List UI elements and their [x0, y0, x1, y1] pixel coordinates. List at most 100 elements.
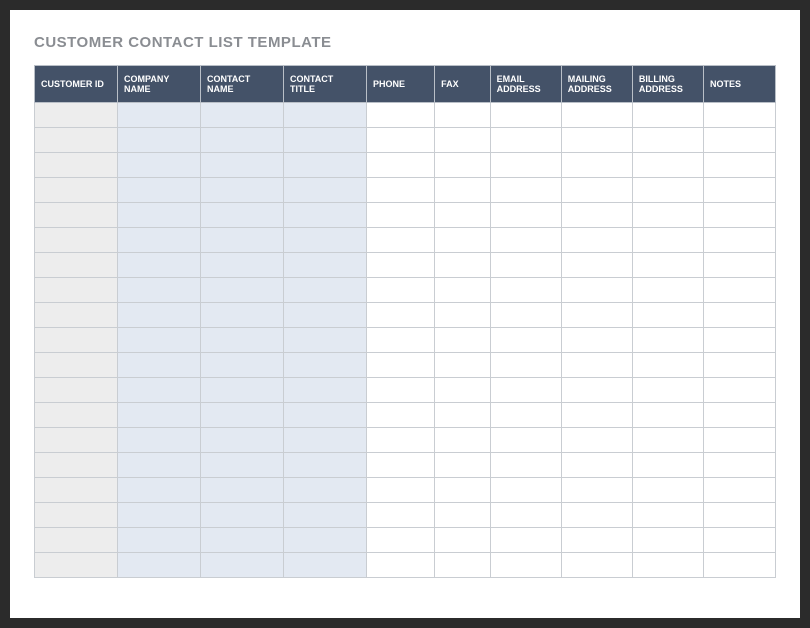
- table-cell[interactable]: [200, 128, 283, 153]
- table-cell[interactable]: [490, 103, 561, 128]
- table-cell[interactable]: [435, 528, 491, 553]
- table-cell[interactable]: [435, 403, 491, 428]
- table-cell[interactable]: [632, 378, 703, 403]
- table-cell[interactable]: [117, 178, 200, 203]
- table-cell[interactable]: [200, 503, 283, 528]
- table-cell[interactable]: [435, 128, 491, 153]
- table-cell[interactable]: [283, 128, 366, 153]
- table-cell[interactable]: [704, 353, 776, 378]
- table-cell[interactable]: [283, 178, 366, 203]
- table-cell[interactable]: [283, 103, 366, 128]
- table-cell[interactable]: [561, 203, 632, 228]
- table-cell[interactable]: [632, 178, 703, 203]
- table-cell[interactable]: [632, 228, 703, 253]
- table-cell[interactable]: [632, 478, 703, 503]
- table-cell[interactable]: [435, 428, 491, 453]
- table-cell[interactable]: [704, 253, 776, 278]
- table-cell[interactable]: [366, 553, 434, 578]
- table-cell[interactable]: [704, 178, 776, 203]
- table-cell[interactable]: [704, 478, 776, 503]
- table-cell[interactable]: [200, 303, 283, 328]
- table-cell[interactable]: [704, 203, 776, 228]
- table-cell[interactable]: [632, 103, 703, 128]
- table-cell[interactable]: [435, 353, 491, 378]
- table-cell[interactable]: [704, 453, 776, 478]
- table-cell[interactable]: [117, 428, 200, 453]
- table-cell[interactable]: [200, 378, 283, 403]
- table-cell[interactable]: [435, 553, 491, 578]
- table-cell[interactable]: [490, 178, 561, 203]
- table-cell[interactable]: [704, 153, 776, 178]
- table-cell[interactable]: [435, 503, 491, 528]
- table-cell[interactable]: [435, 378, 491, 403]
- table-cell[interactable]: [490, 328, 561, 353]
- table-cell[interactable]: [490, 553, 561, 578]
- table-cell[interactable]: [35, 453, 118, 478]
- table-cell[interactable]: [366, 278, 434, 303]
- table-cell[interactable]: [704, 328, 776, 353]
- table-cell[interactable]: [283, 428, 366, 453]
- table-cell[interactable]: [35, 228, 118, 253]
- table-cell[interactable]: [490, 153, 561, 178]
- table-cell[interactable]: [366, 228, 434, 253]
- table-cell[interactable]: [117, 128, 200, 153]
- table-cell[interactable]: [35, 203, 118, 228]
- table-cell[interactable]: [35, 128, 118, 153]
- table-cell[interactable]: [561, 353, 632, 378]
- table-cell[interactable]: [283, 403, 366, 428]
- table-cell[interactable]: [117, 303, 200, 328]
- table-cell[interactable]: [366, 353, 434, 378]
- table-cell[interactable]: [200, 403, 283, 428]
- table-cell[interactable]: [490, 278, 561, 303]
- table-cell[interactable]: [561, 253, 632, 278]
- table-cell[interactable]: [490, 403, 561, 428]
- table-cell[interactable]: [561, 553, 632, 578]
- table-cell[interactable]: [561, 453, 632, 478]
- table-cell[interactable]: [200, 228, 283, 253]
- table-cell[interactable]: [561, 503, 632, 528]
- table-cell[interactable]: [490, 453, 561, 478]
- table-cell[interactable]: [200, 103, 283, 128]
- table-cell[interactable]: [704, 228, 776, 253]
- table-cell[interactable]: [366, 178, 434, 203]
- table-cell[interactable]: [632, 328, 703, 353]
- table-cell[interactable]: [561, 403, 632, 428]
- table-cell[interactable]: [117, 353, 200, 378]
- table-cell[interactable]: [704, 403, 776, 428]
- table-cell[interactable]: [117, 153, 200, 178]
- table-cell[interactable]: [35, 503, 118, 528]
- table-cell[interactable]: [435, 453, 491, 478]
- table-cell[interactable]: [490, 378, 561, 403]
- table-cell[interactable]: [435, 253, 491, 278]
- table-cell[interactable]: [35, 103, 118, 128]
- table-cell[interactable]: [200, 153, 283, 178]
- table-cell[interactable]: [35, 428, 118, 453]
- table-cell[interactable]: [283, 353, 366, 378]
- table-cell[interactable]: [704, 553, 776, 578]
- table-cell[interactable]: [366, 328, 434, 353]
- table-cell[interactable]: [117, 553, 200, 578]
- table-cell[interactable]: [490, 478, 561, 503]
- table-cell[interactable]: [366, 253, 434, 278]
- table-cell[interactable]: [490, 428, 561, 453]
- table-cell[interactable]: [632, 453, 703, 478]
- table-cell[interactable]: [35, 278, 118, 303]
- table-cell[interactable]: [435, 178, 491, 203]
- table-cell[interactable]: [117, 453, 200, 478]
- table-cell[interactable]: [117, 328, 200, 353]
- table-cell[interactable]: [283, 278, 366, 303]
- table-cell[interactable]: [117, 478, 200, 503]
- table-cell[interactable]: [117, 203, 200, 228]
- table-cell[interactable]: [561, 428, 632, 453]
- table-cell[interactable]: [490, 503, 561, 528]
- table-cell[interactable]: [35, 378, 118, 403]
- table-cell[interactable]: [283, 453, 366, 478]
- table-cell[interactable]: [632, 203, 703, 228]
- table-cell[interactable]: [35, 528, 118, 553]
- table-cell[interactable]: [200, 478, 283, 503]
- table-cell[interactable]: [632, 428, 703, 453]
- table-cell[interactable]: [561, 378, 632, 403]
- table-cell[interactable]: [200, 178, 283, 203]
- table-cell[interactable]: [366, 528, 434, 553]
- table-cell[interactable]: [435, 203, 491, 228]
